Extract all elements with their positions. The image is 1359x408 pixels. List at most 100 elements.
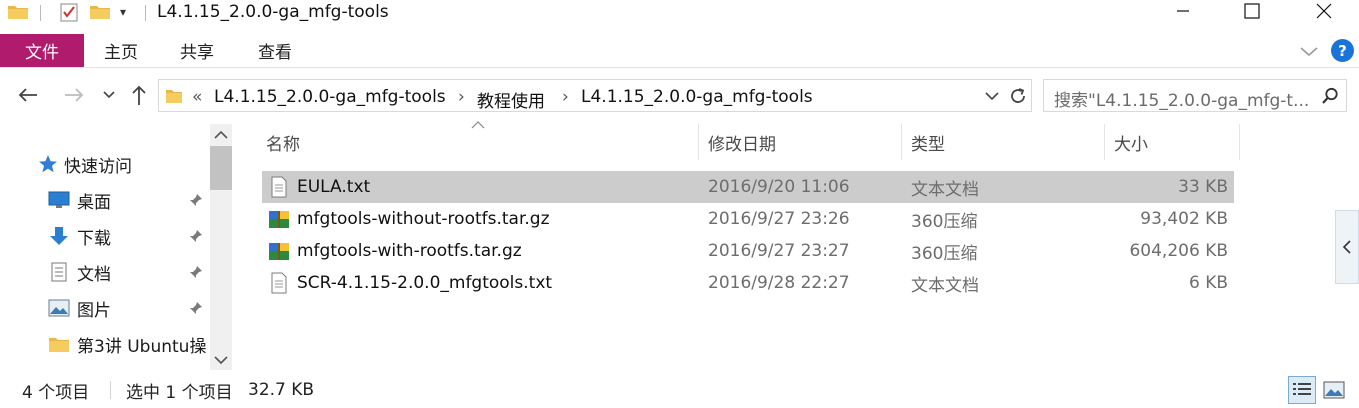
pin-icon[interactable] — [189, 229, 203, 243]
table-row[interactable]: SCR-4.1.15-2.0.0_mfgtools.txt 2016/9/28 … — [262, 267, 1234, 299]
file-modified: 2016/9/27 23:26 — [708, 209, 850, 229]
status-item-count: 4 个项目 — [22, 382, 90, 403]
search-input[interactable]: 搜索"L4.1.15_2.0.0-ga_mfg-t... — [1054, 86, 1309, 111]
file-type: 文本文档 — [911, 275, 979, 296]
sidebar-item-quick-access[interactable]: 快速访问 — [38, 147, 132, 181]
sidebar-item-label: 文档 — [77, 264, 111, 285]
file-modified: 2016/9/28 22:27 — [708, 273, 850, 293]
quick-access-divider — [40, 5, 41, 21]
column-header-size[interactable]: 大小 — [1114, 124, 1234, 160]
sidebar-item-documents[interactable]: 文档 — [48, 255, 111, 289]
desktop-icon — [48, 191, 70, 208]
tab-share[interactable]: 共享 — [180, 34, 214, 67]
file-modified: 2016/9/27 23:27 — [708, 241, 850, 261]
forward-button[interactable] — [62, 83, 86, 107]
file-size: 6 KB — [1188, 273, 1228, 293]
address-history-chevron-icon[interactable] — [985, 90, 999, 102]
search-box[interactable]: 搜索"L4.1.15_2.0.0-ga_mfg-t... — [1043, 79, 1347, 112]
address-bar[interactable]: « L4.1.15_2.0.0-ga_mfg-tools › 教程使用 › L4… — [158, 79, 1032, 112]
minimize-button[interactable] — [1160, 0, 1206, 22]
up-button[interactable] — [127, 83, 151, 107]
preview-pane-toggle[interactable] — [1335, 210, 1359, 284]
column-header-modified[interactable]: 修改日期 — [708, 124, 898, 160]
close-button[interactable] — [1301, 0, 1347, 22]
folder-icon — [166, 90, 182, 103]
sidebar-item-label: 下载 — [77, 228, 111, 249]
text-file-icon — [271, 176, 287, 198]
download-icon — [50, 227, 68, 245]
sidebar-item-desktop[interactable]: 桌面 — [48, 183, 111, 217]
sidebar-item-downloads[interactable]: 下载 — [48, 219, 111, 253]
breadcrumb-item-tutorial[interactable]: 教程使用 — [477, 87, 545, 112]
sidebar-scrollbar-thumb[interactable] — [210, 146, 232, 190]
refresh-icon[interactable] — [1008, 86, 1028, 106]
file-size: 33 KB — [1178, 177, 1228, 197]
file-size: 93,402 KB — [1140, 209, 1228, 229]
table-row[interactable]: mfgtools-with-rootfs.tar.gz 2016/9/27 23… — [262, 235, 1234, 267]
table-row[interactable]: EULA.txt 2016/9/20 11:06 文本文档 33 KB — [262, 171, 1234, 203]
column-divider[interactable] — [698, 124, 699, 160]
column-divider[interactable] — [1104, 124, 1105, 160]
status-selection: 选中 1 个项目 — [126, 382, 233, 403]
file-size: 604,206 KB — [1129, 241, 1228, 261]
file-modified: 2016/9/20 11:06 — [708, 177, 850, 197]
scroll-up-chevron-icon[interactable] — [213, 128, 229, 140]
file-name: SCR-4.1.15-2.0.0_mfgtools.txt — [297, 273, 553, 293]
column-divider[interactable] — [1239, 124, 1240, 160]
close-icon — [1316, 3, 1332, 19]
sidebar-item-label: 图片 — [77, 300, 111, 321]
properties-icon[interactable] — [58, 1, 80, 23]
status-selection-size: 32.7 KB — [248, 380, 315, 400]
sidebar-item-folder[interactable]: 第3讲 Ubuntu操 — [48, 327, 210, 361]
tab-view[interactable]: 查看 — [258, 34, 292, 67]
title-divider — [145, 5, 146, 21]
tab-file[interactable]: 文件 — [0, 34, 84, 67]
breadcrumb-overflow[interactable]: « — [192, 87, 202, 107]
details-view-icon — [1293, 383, 1311, 395]
breadcrumb-item-root[interactable]: L4.1.15_2.0.0-ga_mfg-tools — [214, 87, 446, 107]
new-folder-icon[interactable] — [90, 4, 110, 19]
file-name: mfgtools-without-rootfs.tar.gz — [297, 209, 550, 229]
tab-home[interactable]: 主页 — [104, 34, 138, 67]
expand-ribbon-chevron-icon[interactable] — [1298, 40, 1320, 62]
breadcrumb-separator-icon[interactable]: › — [458, 87, 465, 107]
large-icons-view-button[interactable] — [1320, 376, 1348, 404]
column-header-type[interactable]: 类型 — [911, 124, 1101, 160]
status-divider — [110, 381, 111, 399]
pin-icon[interactable] — [189, 301, 203, 315]
file-name: EULA.txt — [297, 177, 371, 197]
column-header-name[interactable]: 名称 — [266, 124, 696, 160]
back-arrow-icon — [18, 88, 37, 102]
minimize-icon — [1177, 10, 1189, 12]
archive-icon — [269, 211, 289, 228]
pin-icon[interactable] — [189, 193, 203, 207]
sidebar-item-label: 第3讲 Ubuntu操 — [77, 336, 207, 357]
customize-quick-access-dropdown-icon[interactable]: ▾ — [120, 5, 126, 19]
up-arrow-icon — [132, 85, 146, 105]
ribbon-divider — [0, 67, 1359, 68]
breadcrumb-item-current[interactable]: L4.1.15_2.0.0-ga_mfg-tools — [581, 87, 813, 107]
details-view-button[interactable] — [1288, 376, 1316, 404]
window-title: L4.1.15_2.0.0-ga_mfg-tools — [157, 2, 389, 22]
sidebar-item-pictures[interactable]: 图片 — [48, 291, 111, 325]
text-file-icon — [271, 272, 287, 294]
file-type: 360压缩 — [911, 243, 978, 264]
scroll-down-chevron-icon[interactable] — [213, 354, 229, 366]
folder-icon — [49, 338, 69, 352]
pin-icon[interactable] — [189, 265, 203, 279]
recent-locations-button[interactable] — [97, 83, 121, 107]
chevron-down-icon — [103, 91, 115, 99]
table-row[interactable]: mfgtools-without-rootfs.tar.gz 2016/9/27… — [262, 203, 1234, 235]
column-divider[interactable] — [901, 124, 902, 160]
archive-icon — [269, 243, 289, 260]
help-icon[interactable]: ? — [1331, 39, 1354, 62]
search-icon[interactable] — [1320, 86, 1340, 106]
maximize-button[interactable] — [1229, 0, 1275, 22]
back-button[interactable] — [16, 83, 40, 107]
breadcrumb-separator-icon[interactable]: › — [562, 87, 569, 107]
sidebar-item-label: 快速访问 — [64, 156, 132, 177]
sidebar-item-label: 桌面 — [77, 192, 111, 213]
file-name: mfgtools-with-rootfs.tar.gz — [297, 241, 522, 261]
star-icon — [39, 155, 57, 173]
maximize-icon — [1244, 3, 1260, 19]
